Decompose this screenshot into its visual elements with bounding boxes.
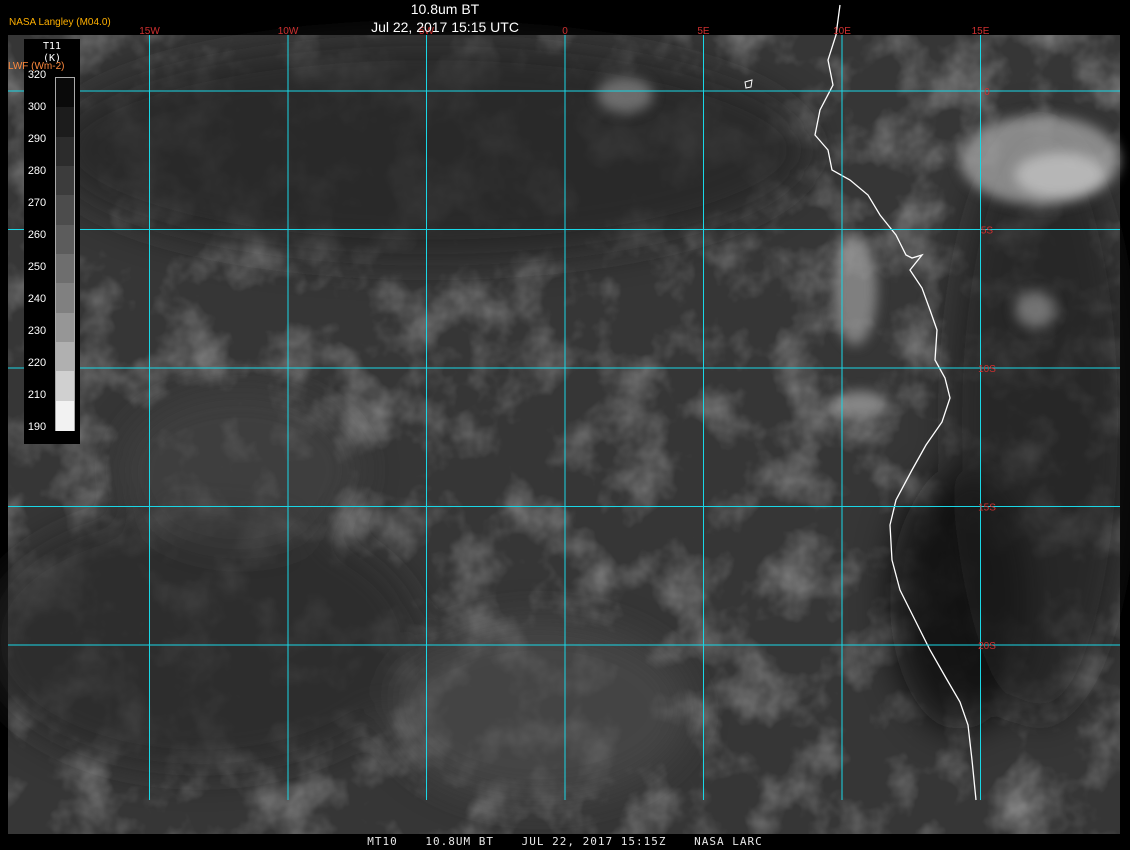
colorbar-legend: T11 (K) LWF (Wm-2) 320 300 290 280 270 260 250… bbox=[8, 39, 80, 444]
cloud-cluster-inland bbox=[1015, 292, 1055, 328]
colorbar-swatch bbox=[56, 342, 74, 372]
colorbar-swatches bbox=[55, 77, 75, 431]
colorbar-tick-label: 260 bbox=[27, 229, 47, 241]
dark-region-north bbox=[50, 40, 810, 260]
latitude-label: 15S bbox=[978, 503, 996, 514]
colorbar-swatch bbox=[56, 136, 74, 167]
cloud-cluster-coast-1 bbox=[833, 235, 877, 345]
colorbar-swatch bbox=[56, 195, 74, 226]
colorbar-tick-label: 190 bbox=[27, 421, 47, 433]
colorbar-swatch bbox=[56, 283, 74, 314]
colorbar-tick-label: 250 bbox=[27, 261, 47, 273]
latitude-label: 10S bbox=[978, 364, 996, 375]
colorbar-tick-label: 270 bbox=[27, 197, 47, 209]
colorbar-ticks: 320 300 290 280 270 260 250 240 230 220 210 190 bbox=[24, 69, 50, 444]
dark-region-southwest bbox=[0, 510, 420, 770]
cloud-cluster-north bbox=[597, 77, 653, 113]
satellite-image-viewer: 15W 10W 5W 0 5E 10E 15E 0 5S 10S 15S 20S 10.8um BT … bbox=[0, 0, 1130, 850]
colorbar-tick-label: 300 bbox=[27, 101, 47, 113]
colorbar-swatch bbox=[56, 254, 74, 284]
colorbar-swatch bbox=[56, 371, 74, 402]
colorbar-swatch bbox=[56, 400, 74, 431]
latitude-label: 5S bbox=[981, 226, 994, 237]
colorbar-tick-label: 280 bbox=[27, 165, 47, 177]
colorbar-swatch bbox=[56, 166, 74, 196]
colorbar-tick-label: 290 bbox=[27, 133, 47, 145]
footer-source: NASA LARC bbox=[694, 835, 763, 848]
latitude-label: 20S bbox=[978, 641, 996, 652]
cloud-cluster-northeast-core bbox=[1015, 153, 1105, 197]
cloud-cluster-coast-2 bbox=[832, 391, 888, 419]
colorbar-swatch bbox=[56, 107, 74, 138]
stratocumulus-south bbox=[390, 620, 690, 800]
footer-channel: 10.8UM BT bbox=[425, 835, 495, 848]
footer-satellite: MT10 bbox=[367, 835, 398, 848]
colorbar-tick-label: 230 bbox=[27, 325, 47, 337]
colorbar-tick-label: 220 bbox=[27, 357, 47, 369]
colorbar-tick-label: 320 bbox=[27, 69, 47, 81]
product-title: 10.8um BT bbox=[410, 1, 480, 17]
latitude-label: 0 bbox=[984, 87, 990, 98]
colorbar-swatch bbox=[56, 224, 74, 255]
observation-time: Jul 22, 2017 15:15 UTC bbox=[371, 19, 519, 35]
colorbar-tick-label: 210 bbox=[27, 389, 47, 401]
colorbar-variable: T11 bbox=[42, 41, 62, 52]
footer-bar: MT10 10.8UM BT JUL 22, 2017 15:15Z NASA … bbox=[0, 834, 1130, 850]
colorbar-swatch bbox=[56, 312, 74, 343]
producer-label: NASA Langley (M04.0) bbox=[9, 17, 111, 28]
footer-datetime: JUL 22, 2017 15:15Z bbox=[521, 835, 667, 848]
colorbar-swatch bbox=[56, 78, 74, 108]
land-region-east bbox=[950, 120, 1130, 720]
colorbar-tick-label: 240 bbox=[27, 293, 47, 305]
stratocumulus-west bbox=[120, 390, 360, 550]
longitude-label: 15E bbox=[972, 26, 990, 37]
satellite-map: 15W 10W 5W 0 5E 10E 15E05S10S15S20S bbox=[0, 4, 1130, 835]
